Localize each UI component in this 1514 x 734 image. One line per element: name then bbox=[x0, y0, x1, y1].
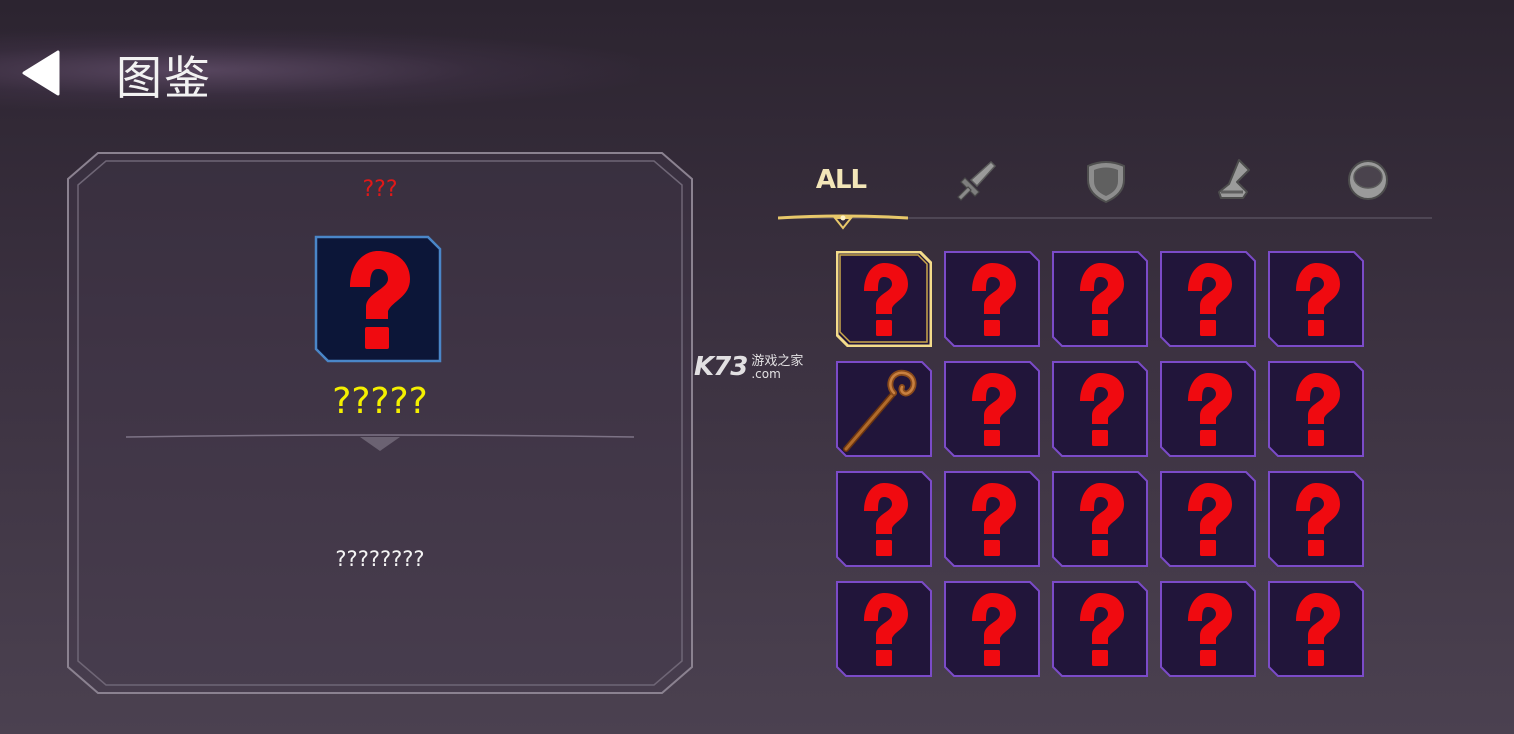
question-mark-icon bbox=[1160, 471, 1256, 567]
item-slot[interactable] bbox=[1052, 581, 1148, 677]
item-grid bbox=[836, 251, 1364, 677]
watermark-brand: K73 bbox=[694, 352, 748, 382]
item-slot[interactable] bbox=[1160, 581, 1256, 677]
boot-icon bbox=[1218, 159, 1250, 199]
section-divider bbox=[126, 434, 634, 451]
item-slot[interactable] bbox=[836, 471, 932, 567]
item-slot[interactable] bbox=[836, 251, 932, 347]
tab-selected-indicator bbox=[778, 214, 908, 230]
tab-ring[interactable] bbox=[1313, 150, 1423, 210]
watermark-cn: 游戏之家 bbox=[751, 353, 804, 369]
tab-boots[interactable] bbox=[1182, 150, 1292, 210]
category-tabs: ALL bbox=[778, 150, 1432, 230]
item-preview-slot bbox=[314, 235, 442, 363]
question-mark-icon bbox=[1268, 361, 1364, 457]
item-slot[interactable] bbox=[1052, 361, 1148, 457]
site-watermark: K73 游戏之家 .com bbox=[694, 351, 803, 383]
header-glow bbox=[0, 30, 640, 110]
item-slot[interactable] bbox=[1160, 251, 1256, 347]
panel-frame bbox=[67, 152, 693, 694]
question-mark-icon bbox=[944, 471, 1040, 567]
question-mark-icon bbox=[836, 581, 932, 677]
back-arrow-icon bbox=[22, 50, 60, 96]
question-mark-icon bbox=[1052, 471, 1148, 567]
question-mark-icon bbox=[836, 251, 932, 347]
question-mark-icon bbox=[1268, 471, 1364, 567]
question-mark-icon bbox=[944, 361, 1040, 457]
item-slot[interactable] bbox=[1268, 361, 1364, 457]
item-slot[interactable] bbox=[944, 361, 1040, 457]
page-title: 图鉴 bbox=[116, 51, 212, 105]
question-mark-icon bbox=[836, 471, 932, 567]
shield-icon bbox=[1087, 161, 1125, 204]
tab-armor[interactable] bbox=[1051, 150, 1161, 210]
question-mark-icon bbox=[1160, 251, 1256, 347]
item-slot[interactable] bbox=[1052, 251, 1148, 347]
tab-all[interactable]: ALL bbox=[786, 150, 896, 210]
sword-icon bbox=[957, 160, 997, 201]
item-detail-panel: ??? ????? ???????? bbox=[66, 151, 694, 695]
question-mark-icon bbox=[1160, 581, 1256, 677]
item-slot[interactable] bbox=[1160, 361, 1256, 457]
item-slot[interactable] bbox=[836, 581, 932, 677]
question-mark-icon bbox=[314, 235, 442, 363]
question-mark-icon bbox=[1052, 361, 1148, 457]
question-mark-icon bbox=[1052, 581, 1148, 677]
item-name: ????? bbox=[332, 381, 428, 422]
item-rarity-label: ??? bbox=[362, 177, 398, 202]
question-mark-icon bbox=[944, 251, 1040, 347]
item-slot[interactable] bbox=[1268, 471, 1364, 567]
question-mark-icon bbox=[1160, 361, 1256, 457]
tab-all-label: ALL bbox=[815, 165, 867, 195]
question-mark-icon bbox=[1052, 251, 1148, 347]
back-button[interactable] bbox=[20, 48, 64, 98]
item-slot[interactable] bbox=[944, 251, 1040, 347]
item-slot[interactable] bbox=[1160, 471, 1256, 567]
item-slot[interactable] bbox=[1052, 471, 1148, 567]
question-mark-icon bbox=[1268, 581, 1364, 677]
tab-weapon[interactable] bbox=[920, 150, 1030, 210]
ring-icon bbox=[1348, 160, 1388, 200]
item-slot[interactable] bbox=[944, 581, 1040, 677]
item-slot[interactable] bbox=[944, 471, 1040, 567]
item-slot[interactable] bbox=[1268, 251, 1364, 347]
item-slot[interactable] bbox=[836, 361, 932, 457]
watermark-domain: .com bbox=[751, 366, 781, 381]
item-slot[interactable] bbox=[1268, 581, 1364, 677]
wooden-staff-icon bbox=[836, 361, 932, 457]
question-mark-icon bbox=[944, 581, 1040, 677]
question-mark-icon bbox=[1268, 251, 1364, 347]
item-description: ???????? bbox=[335, 547, 425, 571]
